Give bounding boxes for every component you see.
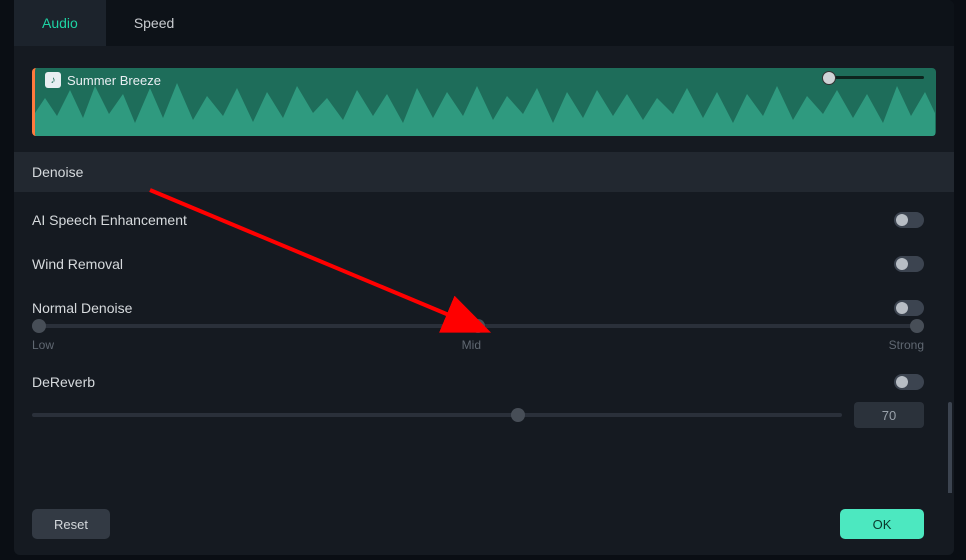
normal-denoise-handle-mid[interactable]: [471, 319, 485, 333]
clip-fade-slider[interactable]: [829, 76, 924, 79]
normal-denoise-toggle[interactable]: [894, 300, 924, 316]
ai-speech-toggle[interactable]: [894, 212, 924, 228]
slider-label-mid: Mid: [462, 338, 481, 352]
tab-audio[interactable]: Audio: [14, 0, 106, 46]
music-note-icon: ♪: [45, 72, 61, 88]
dereverb-toggle[interactable]: [894, 374, 924, 390]
section-denoise-header: Denoise: [14, 152, 954, 192]
slider-label-strong: Strong: [889, 338, 924, 352]
tab-bar: Audio Speed: [14, 0, 954, 46]
reset-button[interactable]: Reset: [32, 509, 110, 539]
normal-denoise-slider[interactable]: [32, 324, 924, 328]
ai-speech-label: AI Speech Enhancement: [32, 212, 187, 228]
audio-clip[interactable]: ♪ Summer Breeze: [32, 68, 936, 136]
wind-removal-label: Wind Removal: [32, 256, 123, 272]
normal-denoise-label: Normal Denoise: [32, 300, 132, 316]
normal-denoise-handle-low[interactable]: [32, 319, 46, 333]
slider-label-low: Low: [32, 338, 54, 352]
clip-fade-handle[interactable]: [822, 71, 836, 85]
clip-title: Summer Breeze: [67, 73, 161, 88]
dereverb-slider[interactable]: [32, 413, 842, 417]
scrollbar[interactable]: [948, 402, 952, 493]
ok-button[interactable]: OK: [840, 509, 924, 539]
waveform-icon: [35, 68, 935, 136]
dereverb-label: DeReverb: [32, 374, 95, 390]
wind-removal-toggle[interactable]: [894, 256, 924, 272]
dereverb-handle[interactable]: [511, 408, 525, 422]
dereverb-value[interactable]: 70: [854, 402, 924, 428]
normal-denoise-handle-strong[interactable]: [910, 319, 924, 333]
tab-speed[interactable]: Speed: [106, 0, 202, 46]
